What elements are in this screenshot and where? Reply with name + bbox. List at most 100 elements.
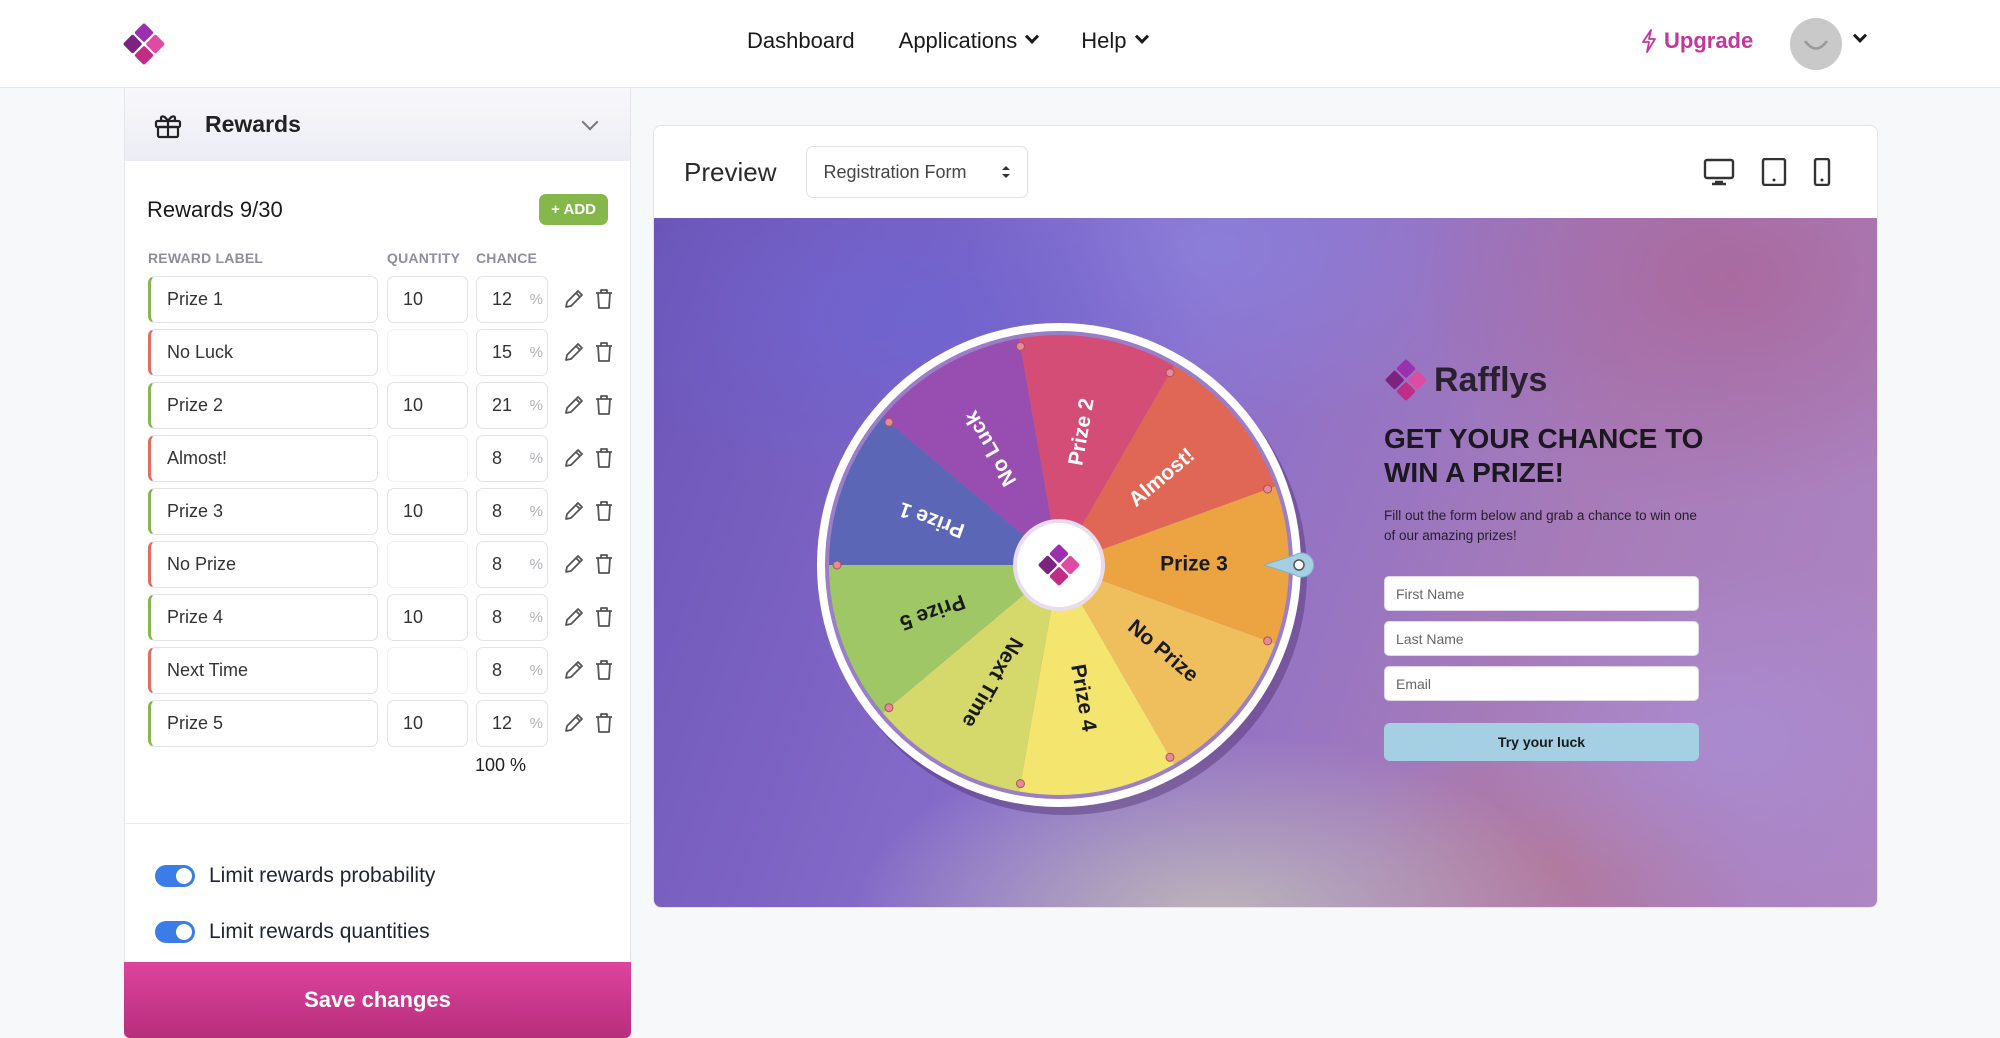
percent-sign: %	[529, 503, 543, 520]
pencil-icon[interactable]	[562, 552, 586, 576]
reward-label-input[interactable]: Prize 3	[148, 488, 378, 535]
divider	[125, 823, 630, 824]
trash-icon[interactable]	[592, 658, 616, 682]
pencil-icon[interactable]	[562, 499, 586, 523]
toggle-limit-quantities[interactable]: Limit rewards quantities	[155, 920, 430, 944]
reward-chance-input[interactable]: 8%	[476, 594, 548, 641]
reward-chance-input[interactable]: 8%	[476, 488, 548, 535]
trash-icon[interactable]	[592, 287, 616, 311]
avatar-menu-chevron-icon[interactable]	[1852, 28, 1868, 43]
first-name-field[interactable]: First Name	[1384, 576, 1699, 611]
add-reward-button[interactable]: + ADD	[539, 194, 608, 225]
trash-icon[interactable]	[592, 393, 616, 417]
mobile-icon[interactable]	[1813, 158, 1831, 186]
reward-chance-input[interactable]: 8%	[476, 647, 548, 694]
reward-quantity-input[interactable]	[387, 541, 468, 588]
toggle-switch[interactable]	[155, 921, 195, 943]
nav-help-label: Help	[1081, 28, 1127, 53]
wheel-peg	[1015, 341, 1025, 351]
reward-quantity-input[interactable]: 10	[387, 700, 468, 747]
reward-row: Prize 1 10 12%	[148, 276, 618, 323]
main-nav: Dashboard Applications Help	[747, 28, 1149, 54]
trash-icon[interactable]	[592, 340, 616, 364]
reward-chance-input[interactable]: 12%	[476, 276, 548, 323]
trash-icon[interactable]	[592, 711, 616, 735]
promo-panel: Rafflys GET YOUR CHANCE TO WIN A PRIZE! …	[1384, 358, 1704, 761]
prize-wheel[interactable]: Prize 3No PrizePrize 4Next TimePrize 5Pr…	[814, 320, 1315, 815]
trash-icon[interactable]	[592, 499, 616, 523]
chevron-down-icon[interactable]	[581, 113, 599, 130]
reward-quantity-input[interactable]: 10	[387, 276, 468, 323]
nav-applications[interactable]: Applications	[898, 28, 1040, 54]
preview-page-select[interactable]: Registration Form	[806, 146, 1029, 198]
upgrade-link[interactable]: Upgrade	[1640, 28, 1753, 54]
toggle-limit-probability[interactable]: Limit rewards probability	[155, 864, 435, 888]
reward-row: Prize 3 10 8%	[148, 488, 618, 535]
reward-row: Next Time 8%	[148, 647, 618, 694]
reward-quantity-input[interactable]	[387, 435, 468, 482]
reward-label-value: Prize 3	[167, 501, 224, 521]
reward-label-input[interactable]: No Luck	[148, 329, 378, 376]
percent-sign: %	[529, 715, 543, 732]
trash-icon[interactable]	[592, 605, 616, 629]
pencil-icon[interactable]	[562, 340, 586, 364]
rewards-count: Rewards 9/30	[147, 196, 283, 222]
wheel-peg	[884, 703, 894, 713]
reward-label-input[interactable]: Almost!	[148, 435, 378, 482]
reward-label-value: Prize 5	[167, 713, 224, 733]
reward-label-input[interactable]: No Prize	[148, 541, 378, 588]
reward-chance-input[interactable]: 21%	[476, 382, 548, 429]
nav-dashboard[interactable]: Dashboard	[747, 28, 855, 54]
desktop-icon[interactable]	[1703, 158, 1735, 186]
reward-chance-input[interactable]: 12%	[476, 700, 548, 747]
field-placeholder: Last Name	[1396, 630, 1464, 647]
reward-chance-input[interactable]: 8%	[476, 435, 548, 482]
toggle-label: Limit rewards quantities	[209, 920, 430, 943]
reward-quantity-input[interactable]: 10	[387, 594, 468, 641]
percent-sign: %	[529, 397, 543, 414]
email-field[interactable]: Email	[1384, 666, 1699, 701]
avatar[interactable]	[1790, 18, 1842, 70]
reward-label-input[interactable]: Next Time	[148, 647, 378, 694]
rafflys-logo[interactable]	[122, 22, 166, 66]
rewards-section-header[interactable]: Rewards	[125, 88, 630, 161]
column-chance: CHANCE	[476, 250, 538, 266]
reward-quantity-input[interactable]: 10	[387, 382, 468, 429]
reward-chance-input[interactable]: 8%	[476, 541, 548, 588]
trash-icon[interactable]	[592, 446, 616, 470]
last-name-field[interactable]: Last Name	[1384, 621, 1699, 656]
reward-quantity-input[interactable]	[387, 647, 468, 694]
reward-quantity-input[interactable]: 10	[387, 488, 468, 535]
percent-sign: %	[529, 609, 543, 626]
reward-label-input[interactable]: Prize 2	[148, 382, 378, 429]
wheel-hub	[1013, 519, 1105, 611]
reward-label-input[interactable]: Prize 5	[148, 700, 378, 747]
try-your-luck-button[interactable]: Try your luck	[1384, 723, 1699, 761]
toggle-switch[interactable]	[155, 865, 195, 887]
reward-chance-input[interactable]: 15%	[476, 329, 548, 376]
subtext: Fill out the form below and grab a chanc…	[1384, 508, 1697, 543]
reward-quantity-input[interactable]	[387, 329, 468, 376]
save-changes-button[interactable]: Save changes	[124, 962, 631, 1038]
percent-sign: %	[529, 344, 543, 361]
pencil-icon[interactable]	[562, 393, 586, 417]
reward-chance-value: 21	[492, 395, 513, 415]
column-reward-label: REWARD LABEL	[148, 250, 264, 266]
reward-label-input[interactable]: Prize 4	[148, 594, 378, 641]
pencil-icon[interactable]	[562, 605, 586, 629]
reward-label-input[interactable]: Prize 1	[148, 276, 378, 323]
rewards-panel: Rewards Rewards 9/30 + ADD REWARD LABEL …	[124, 88, 631, 1038]
tablet-icon[interactable]	[1761, 158, 1787, 186]
lightning-icon	[1642, 29, 1656, 53]
field-placeholder: Email	[1396, 675, 1432, 692]
nav-help[interactable]: Help	[1081, 28, 1149, 54]
pencil-icon[interactable]	[562, 658, 586, 682]
nav-applications-label: Applications	[898, 28, 1018, 53]
pencil-icon[interactable]	[562, 446, 586, 470]
pencil-icon[interactable]	[562, 287, 586, 311]
trash-icon[interactable]	[592, 552, 616, 576]
pencil-icon[interactable]	[562, 711, 586, 735]
pointer-pin	[1293, 559, 1305, 571]
reward-chance-value: 15	[492, 342, 513, 362]
headline: GET YOUR CHANCE TO WIN A PRIZE!	[1384, 423, 1704, 488]
